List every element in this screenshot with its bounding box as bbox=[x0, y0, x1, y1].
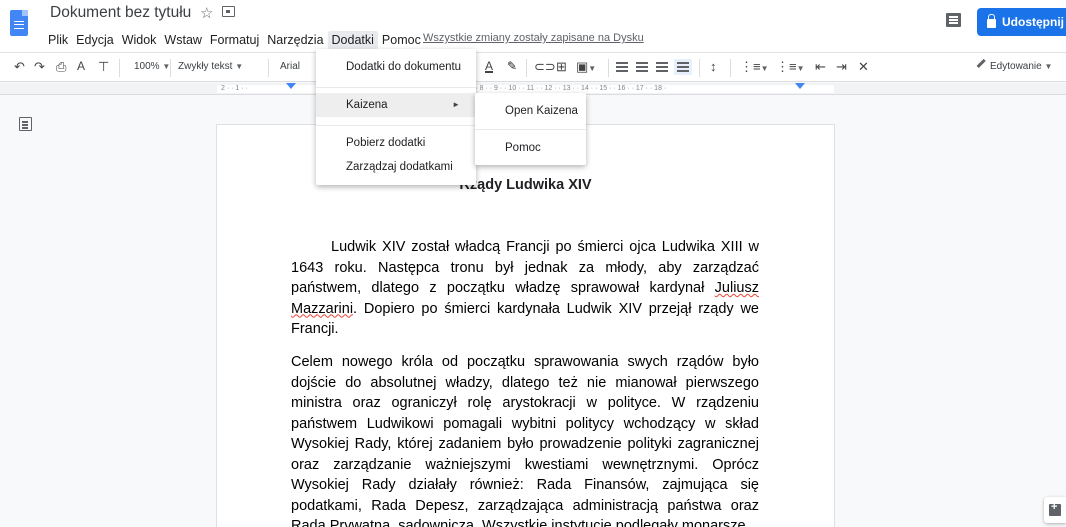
text-color-icon[interactable]: A bbox=[485, 59, 493, 73]
menu-item-dodatki-do-dokumentu[interactable]: Dodatki do dokumentu bbox=[316, 55, 476, 79]
menu-edycja[interactable]: Edycja bbox=[72, 31, 118, 49]
align-center-icon[interactable] bbox=[636, 62, 648, 72]
undo-icon[interactable]: ↶ bbox=[14, 59, 25, 75]
menu-item-kaizena-label: Kaizena bbox=[346, 99, 388, 111]
misspelled-word: Juliusz bbox=[714, 280, 759, 296]
toolbar-divider bbox=[526, 59, 527, 77]
document-title[interactable]: Dokument bez tytułu bbox=[50, 4, 191, 22]
comment-history-icon[interactable] bbox=[946, 13, 961, 27]
paragraph-2[interactable]: Celem nowego króla od początku sprawowan… bbox=[291, 352, 759, 527]
ruler-ticks-right: · 7 · · 8 · · 9 · · 10 · · 11 · · 12 · ·… bbox=[461, 85, 667, 92]
dodatki-dropdown-menu: Dodatki do dokumentu Kaizena ► Pobierz d… bbox=[316, 49, 476, 185]
menu-separator bbox=[316, 125, 476, 126]
lock-icon bbox=[987, 14, 996, 28]
font-select[interactable]: Arial bbox=[280, 61, 300, 72]
highlight-color-icon[interactable]: ✎ bbox=[507, 59, 517, 73]
link-icon[interactable]: ⊂⊃ bbox=[534, 59, 556, 75]
submenu-arrow-icon: ► bbox=[452, 100, 460, 109]
increase-indent-icon[interactable]: ⇥ bbox=[836, 59, 847, 75]
star-icon[interactable]: ☆ bbox=[200, 4, 213, 22]
line-spacing-icon[interactable]: ↕ bbox=[710, 59, 717, 74]
share-button-label: Udostępnij bbox=[1002, 15, 1064, 29]
spellcheck-icon[interactable]: A bbox=[77, 59, 85, 73]
print-icon[interactable]: ⎙ bbox=[56, 59, 66, 75]
toolbar-divider bbox=[119, 59, 120, 77]
menu-item-kaizena-pomoc[interactable]: Pomoc bbox=[475, 136, 586, 160]
save-status-link[interactable]: Wszystkie zmiany zostały zapisane na Dys… bbox=[423, 32, 644, 44]
menubar: Plik Edycja Widok Wstaw Formatuj Narzędz… bbox=[44, 31, 425, 49]
ruler-track[interactable]: 2 · · 1 · · · 7 · · 8 · · 9 · · 10 · · 1… bbox=[217, 85, 834, 93]
menu-item-zarzadzaj-dodatkami[interactable]: Zarządzaj dodatkami bbox=[316, 155, 476, 179]
menu-formatuj[interactable]: Formatuj bbox=[206, 31, 263, 49]
document-page[interactable]: Rządy Ludwika XIV Ludwik XIV został wład… bbox=[217, 125, 834, 527]
header: Dokument bez tytułu ☆ Plik Edycja Widok … bbox=[0, 0, 1066, 52]
menu-dodatki[interactable]: Dodatki bbox=[327, 31, 378, 49]
menu-item-pobierz-dodatki[interactable]: Pobierz dodatki bbox=[316, 131, 476, 155]
menu-wstaw[interactable]: Wstaw bbox=[160, 31, 206, 49]
align-left-icon[interactable] bbox=[616, 62, 628, 72]
toolbar-divider bbox=[699, 59, 700, 77]
editing-mode-select[interactable]: Edytowanie ▼ bbox=[990, 61, 1052, 72]
move-to-folder-icon[interactable] bbox=[222, 6, 235, 17]
paint-format-icon[interactable]: ⊤ bbox=[98, 59, 109, 75]
misspelled-word: Mazzarini bbox=[291, 300, 354, 317]
explore-icon bbox=[1049, 501, 1061, 516]
align-justify-icon[interactable] bbox=[674, 59, 692, 75]
toolbar: ↶ ↷ ⎙ A ⊤ 100% ▼ Zwykły tekst ▼ Arial A … bbox=[0, 52, 1066, 82]
right-indent-marker[interactable] bbox=[795, 83, 805, 89]
toolbar-divider bbox=[268, 59, 269, 77]
document-outline-icon[interactable] bbox=[19, 117, 32, 131]
toolbar-divider bbox=[730, 59, 731, 77]
menu-plik[interactable]: Plik bbox=[44, 31, 72, 49]
left-indent-marker[interactable] bbox=[286, 83, 296, 89]
numbered-list-icon[interactable]: ⋮≡▼ bbox=[740, 59, 769, 75]
docs-logo-icon[interactable] bbox=[10, 10, 28, 36]
align-right-icon[interactable] bbox=[656, 62, 668, 72]
toolbar-divider bbox=[170, 59, 171, 77]
kaizena-submenu: Open Kaizena Pomoc bbox=[475, 93, 586, 165]
decrease-indent-icon[interactable]: ⇤ bbox=[815, 59, 826, 75]
zoom-select[interactable]: 100% ▼ bbox=[134, 61, 170, 72]
menu-separator bbox=[316, 87, 476, 88]
redo-icon[interactable]: ↷ bbox=[34, 59, 45, 75]
menu-narzedzia[interactable]: Narzędzia bbox=[263, 31, 327, 49]
pencil-icon bbox=[976, 58, 986, 68]
bulleted-list-icon[interactable]: ⋮≡▼ bbox=[776, 59, 805, 75]
menu-separator bbox=[475, 129, 586, 130]
share-button[interactable]: Udostępnij bbox=[977, 8, 1066, 36]
menu-item-open-kaizena[interactable]: Open Kaizena bbox=[475, 99, 586, 123]
menu-widok[interactable]: Widok bbox=[118, 31, 161, 49]
insert-image-icon[interactable]: ▣▼ bbox=[576, 59, 596, 75]
toolbar-divider bbox=[608, 59, 609, 77]
clear-formatting-icon[interactable]: ✕ bbox=[858, 59, 869, 75]
menu-pomoc[interactable]: Pomoc bbox=[378, 31, 425, 49]
document-heading[interactable]: Rządy Ludwika XIV bbox=[217, 177, 834, 193]
menu-item-kaizena[interactable]: Kaizena ► bbox=[316, 93, 476, 117]
paragraph-1[interactable]: Ludwik XIV został władcą Francji po śmie… bbox=[291, 237, 759, 340]
style-select[interactable]: Zwykły tekst ▼ bbox=[178, 61, 243, 72]
explore-button[interactable] bbox=[1044, 497, 1066, 523]
add-comment-icon[interactable]: ⊞ bbox=[556, 59, 567, 75]
ruler-ticks-left: 2 · · 1 · · bbox=[221, 85, 248, 92]
